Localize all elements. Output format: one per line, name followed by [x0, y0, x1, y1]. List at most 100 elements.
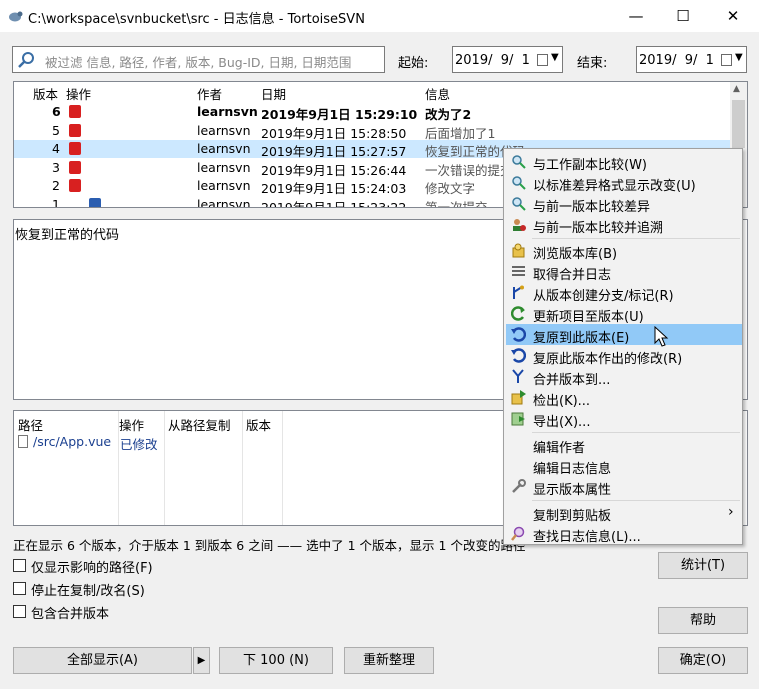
row-date: 2019年9月1日 15:26:44 — [261, 162, 407, 178]
column-header-date[interactable]: 日期 — [261, 84, 286, 102]
only-affected-paths-checkbox[interactable] — [13, 559, 26, 572]
menu-separator — [532, 500, 740, 501]
menu-item-label: 编辑日志信息 — [533, 462, 612, 477]
stop-on-copy-checkbox[interactable] — [13, 582, 26, 595]
menu-item-label: 从版本创建分支/标记(R) — [533, 289, 674, 304]
row-revision: 1 — [52, 196, 60, 208]
row-revision: 3 — [52, 159, 60, 175]
row-date: 2019年9月1日 15:24:03 — [261, 181, 407, 196]
search-icon — [18, 52, 34, 68]
row-revision: 2 — [52, 178, 60, 193]
help-button[interactable]: 帮助 — [658, 607, 748, 634]
checkout-icon — [511, 390, 526, 405]
to-date-picker[interactable]: 2019/ 9/ 1 ▼ — [636, 46, 747, 73]
search-icon — [511, 526, 525, 541]
calendar-icon — [721, 54, 732, 66]
row-date: 2019年9月1日 15:23:22 — [261, 199, 407, 208]
from-date-value: 2019/ 9/ 1 — [455, 53, 530, 68]
ok-button[interactable]: 确定(O) — [658, 647, 748, 674]
path-file[interactable]: /src/App.vue — [33, 434, 111, 449]
menu-item-show-revision-properties[interactable]: 显示版本属性 — [506, 476, 742, 498]
calendar-icon — [537, 54, 548, 66]
modified-icon — [69, 123, 81, 137]
modified-icon — [69, 105, 81, 118]
row-message: 后面增加了1 — [425, 125, 496, 141]
magnifier-icon — [512, 155, 526, 169]
row-message: 一次错误的提交 — [425, 162, 513, 178]
menu-item-label: 与前一版本比较差异 — [533, 200, 651, 215]
from-date-picker[interactable]: 2019/ 9/ 1 ▼ — [452, 46, 563, 73]
column-header-path-action[interactable]: 操作 — [119, 415, 144, 434]
statistics-button[interactable]: 统计(T) — [658, 552, 748, 579]
column-header-message[interactable]: 信息 — [425, 84, 450, 102]
menu-item-copy-to-clipboard[interactable]: 复制到剪贴板 › — [506, 502, 742, 524]
filter-placeholder: 被过滤 信息, 路径, 作者, 版本, Bug-ID, 日期, 日期范围 — [45, 55, 352, 70]
filter-input[interactable]: 被过滤 信息, 路径, 作者, 版本, Bug-ID, 日期, 日期范围 — [12, 46, 385, 73]
minimize-button[interactable]: — — [613, 0, 659, 32]
column-header-path[interactable]: 路径 — [18, 415, 43, 434]
menu-item-show-unified-diff[interactable]: 以标准差异格式显示改变(U) — [506, 172, 742, 194]
menu-item-browse-repo[interactable]: 浏览版本库(B) — [506, 240, 742, 262]
from-label: 起始: — [398, 56, 429, 71]
menu-item-checkout[interactable]: 检出(K)... — [506, 387, 742, 409]
modified-icon — [69, 160, 81, 174]
menu-item-edit-author[interactable]: 编辑作者 — [506, 434, 742, 456]
menu-item-compare-previous[interactable]: 与前一版本比较差异 — [506, 193, 742, 215]
column-header-author[interactable]: 作者 — [197, 84, 222, 102]
row-author: learnsvn — [197, 196, 251, 208]
scrollbar-thumb[interactable] — [732, 100, 745, 148]
column-divider — [242, 411, 243, 525]
menu-item-revert-changes[interactable]: 复原此版本作出的修改(R) — [506, 345, 742, 367]
row-date: 2019年9月1日 15:28:50 — [261, 125, 407, 141]
menu-item-blame-previous[interactable]: 与前一版本比较并追溯 — [506, 214, 742, 236]
log-row[interactable]: 5 learnsvn 2019年9月1日 15:28:50 后面增加了1 — [14, 122, 730, 141]
show-all-button[interactable]: 全部显示(A) — [13, 647, 192, 674]
to-label: 结束: — [577, 56, 608, 71]
row-revision: 6 — [52, 104, 61, 119]
path-action: 已修改 — [120, 437, 158, 452]
checkbox-label: 仅显示影响的路径(F) — [31, 561, 153, 576]
menu-item-compare-working-copy[interactable]: 与工作副本比较(W) — [506, 151, 742, 173]
maximize-button[interactable]: ☐ — [660, 0, 706, 32]
menu-item-label: 复原到此版本(E) — [533, 331, 630, 346]
column-header-copyfrom[interactable]: 从路径复制 — [168, 415, 231, 434]
show-all-dropdown-arrow-icon[interactable]: ▶ — [193, 647, 210, 674]
submenu-arrow-icon: › — [728, 504, 734, 520]
column-header-revision[interactable]: 版本 — [33, 84, 58, 102]
menu-item-edit-log-message[interactable]: 编辑日志信息 — [506, 455, 742, 477]
menu-item-export[interactable]: 导出(X)... — [506, 408, 742, 430]
menu-item-label: 编辑作者 — [533, 441, 586, 456]
next-100-button[interactable]: 下 100 (N) — [219, 647, 333, 674]
added-icon — [89, 197, 101, 207]
column-divider — [118, 411, 119, 525]
lines-icon — [512, 266, 525, 276]
close-button[interactable]: ✕ — [710, 0, 756, 32]
repo-icon — [512, 243, 525, 258]
column-header-action[interactable]: 操作 — [66, 84, 91, 102]
menu-item-branch-tag[interactable]: 从版本创建分支/标记(R) — [506, 282, 742, 304]
log-row[interactable]: 6 learnsvn 2019年9月1日 15:29:10 改为了2 — [14, 103, 730, 122]
menu-item-label: 取得合并日志 — [533, 268, 612, 283]
include-merged-checkbox[interactable] — [13, 605, 26, 618]
wrench-icon — [512, 479, 526, 493]
menu-item-label: 浏览版本库(B) — [533, 247, 618, 262]
refresh-button[interactable]: 重新整理 — [344, 647, 434, 674]
revert-icon — [511, 327, 526, 342]
menu-item-merge-revision[interactable]: 合并版本到... — [506, 366, 742, 388]
scroll-up-icon[interactable]: ▲ — [733, 84, 740, 94]
menu-item-find-log[interactable]: 查找日志信息(L)... — [506, 523, 742, 545]
modified-icon — [69, 179, 81, 192]
checkbox-label: 停止在复制/改名(S) — [31, 584, 145, 599]
window-title: C:\workspace\svnbucket\src - 日志信息 - Tort… — [28, 12, 365, 27]
menu-item-label: 以标准差异格式显示改变(U) — [533, 179, 696, 194]
column-header-path-revision[interactable]: 版本 — [246, 415, 271, 434]
menu-item-label: 导出(X)... — [533, 415, 591, 430]
menu-item-update-to-revision[interactable]: 更新项目至版本(U) — [506, 303, 742, 325]
menu-item-label: 更新项目至版本(U) — [533, 310, 644, 325]
menu-item-label: 查找日志信息(L)... — [533, 530, 641, 545]
file-icon — [18, 435, 28, 448]
menu-item-label: 显示版本属性 — [533, 483, 612, 498]
menu-item-revert-to-revision[interactable]: 复原到此版本(E) — [506, 324, 742, 346]
menu-item-merge-log[interactable]: 取得合并日志 — [506, 261, 742, 283]
column-divider — [282, 411, 283, 525]
